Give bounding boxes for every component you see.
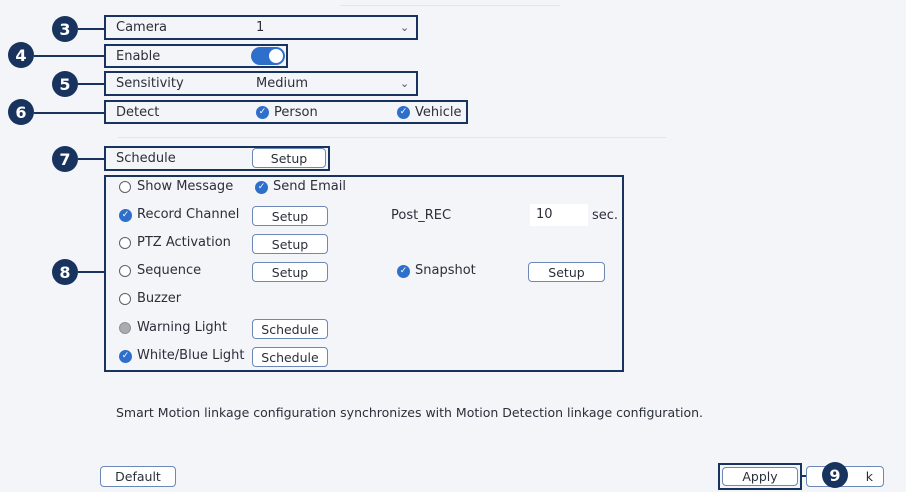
callout-4-leader — [34, 55, 104, 57]
section-divider — [118, 137, 666, 138]
detect-vehicle-checkbox[interactable]: ✓ Vehicle — [397, 105, 467, 121]
top-divider — [340, 5, 560, 6]
detect-label: Detect — [116, 105, 160, 120]
send-email-option[interactable]: ✓ Send Email — [255, 179, 355, 197]
back-button-label: k — [865, 469, 873, 484]
ptz-activation-option[interactable]: PTZ Activation — [119, 235, 244, 253]
callout-7-leader — [78, 158, 104, 160]
check-icon: ✓ — [256, 106, 269, 119]
default-button[interactable]: Default — [100, 466, 176, 487]
check-icon: ✓ — [119, 350, 132, 363]
enable-label: Enable — [116, 49, 161, 64]
post-rec-value: 10 — [536, 207, 553, 222]
ptz-setup-button[interactable]: Setup — [252, 234, 328, 254]
radio-icon — [119, 265, 131, 277]
callout-9: 9 — [822, 462, 848, 488]
send-email-label: Send Email — [273, 179, 346, 194]
callout-6: 6 — [8, 99, 34, 125]
white-blue-light-label: White/Blue Light — [137, 348, 245, 363]
sensitivity-select[interactable]: Medium ⌄ — [250, 74, 414, 94]
callout-5-leader — [78, 83, 104, 85]
detect-vehicle-label: Vehicle — [415, 105, 462, 120]
post-rec-label: Post_REC — [391, 208, 452, 223]
post-rec-input[interactable]: 10 — [530, 204, 588, 226]
callout-6-leader — [34, 112, 104, 114]
post-rec-unit: sec. — [592, 208, 619, 223]
schedule-setup-button[interactable]: Setup — [252, 148, 326, 168]
warning-light-option[interactable]: Warning Light — [119, 320, 244, 338]
detect-person-checkbox[interactable]: ✓ Person — [256, 105, 336, 121]
sequence-option[interactable]: Sequence — [119, 263, 229, 281]
enable-toggle[interactable] — [251, 47, 285, 65]
white-blue-light-option[interactable]: ✓ White/Blue Light — [119, 348, 249, 366]
chevron-down-icon: ⌄ — [400, 21, 410, 34]
linkage-note: Smart Motion linkage configuration synch… — [116, 405, 704, 420]
camera-select[interactable]: 1 ⌄ — [250, 18, 414, 38]
callout-3-leader — [78, 28, 104, 30]
chevron-down-icon: ⌄ — [400, 77, 410, 90]
sensitivity-label: Sensitivity — [116, 76, 184, 91]
camera-label: Camera — [116, 20, 168, 35]
ptz-activation-label: PTZ Activation — [137, 235, 231, 250]
callout-8: 8 — [52, 259, 78, 285]
toggle-knob — [269, 49, 283, 63]
callout-7: 7 — [52, 146, 78, 172]
schedule-label: Schedule — [116, 151, 176, 166]
check-icon: ✓ — [397, 265, 410, 278]
detect-person-label: Person — [274, 105, 318, 120]
snapshot-setup-button[interactable]: Setup — [528, 262, 605, 282]
camera-select-value: 1 — [256, 20, 265, 35]
apply-button[interactable]: Apply — [722, 467, 798, 486]
buzzer-option[interactable]: Buzzer — [119, 291, 209, 309]
radio-icon — [119, 181, 131, 193]
check-icon: ✓ — [397, 106, 410, 119]
radio-icon — [119, 237, 131, 249]
snapshot-option[interactable]: ✓ Snapshot — [397, 263, 497, 281]
check-icon: ✓ — [255, 181, 268, 194]
warning-light-schedule-button[interactable]: Schedule — [252, 319, 328, 339]
radio-icon — [119, 293, 131, 305]
sensitivity-select-value: Medium — [256, 76, 308, 91]
callout-5: 5 — [52, 71, 78, 97]
callout-4: 4 — [8, 42, 34, 68]
warning-light-label: Warning Light — [137, 320, 228, 335]
callout-3: 3 — [52, 16, 78, 42]
white-blue-light-schedule-button[interactable]: Schedule — [252, 347, 328, 367]
show-message-label: Show Message — [137, 179, 234, 194]
record-channel-setup-button[interactable]: Setup — [252, 206, 328, 226]
record-channel-label: Record Channel — [137, 207, 240, 222]
sequence-setup-button[interactable]: Setup — [252, 262, 328, 282]
snapshot-label: Snapshot — [415, 263, 476, 278]
show-message-option[interactable]: Show Message — [119, 179, 239, 197]
buzzer-label: Buzzer — [137, 291, 182, 306]
check-icon: ✓ — [119, 209, 132, 222]
callout-8-leader — [78, 271, 104, 273]
radio-disabled-icon — [119, 322, 131, 334]
record-channel-option[interactable]: ✓ Record Channel — [119, 207, 244, 225]
sequence-label: Sequence — [137, 263, 202, 278]
